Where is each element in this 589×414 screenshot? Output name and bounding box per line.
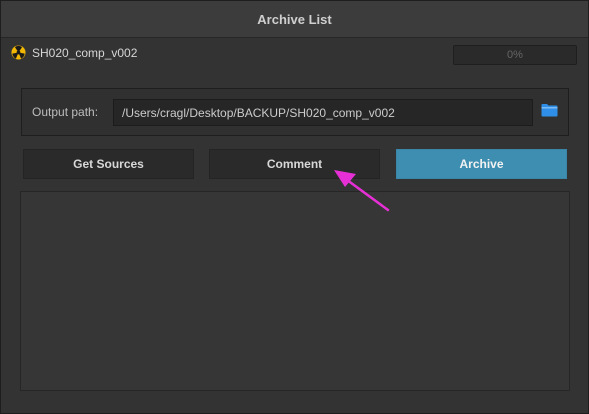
comment-button[interactable]: Comment — [209, 149, 380, 179]
archive-item-row: SH020_comp_v002 — [11, 45, 137, 60]
title-bar: Archive List — [1, 1, 588, 38]
output-path-label: Output path: — [32, 105, 99, 119]
archive-list-panel — [20, 191, 570, 391]
get-sources-button[interactable]: Get Sources — [23, 149, 194, 179]
archive-list-window: Archive List SH020_comp_v002 0% Output p… — [0, 0, 589, 414]
output-path-group: Output path: /Users/cragl/Desktop/BACKUP… — [21, 88, 569, 136]
archive-button[interactable]: Archive — [396, 149, 567, 179]
output-path-field[interactable]: /Users/cragl/Desktop/BACKUP/SH020_comp_v… — [113, 99, 533, 126]
progress-text: 0% — [507, 49, 523, 61]
window-title: Archive List — [257, 11, 332, 27]
folder-icon[interactable] — [541, 103, 558, 117]
item-name: SH020_comp_v002 — [32, 45, 138, 60]
progress-bar: 0% — [453, 45, 577, 65]
nuke-icon — [11, 45, 26, 60]
